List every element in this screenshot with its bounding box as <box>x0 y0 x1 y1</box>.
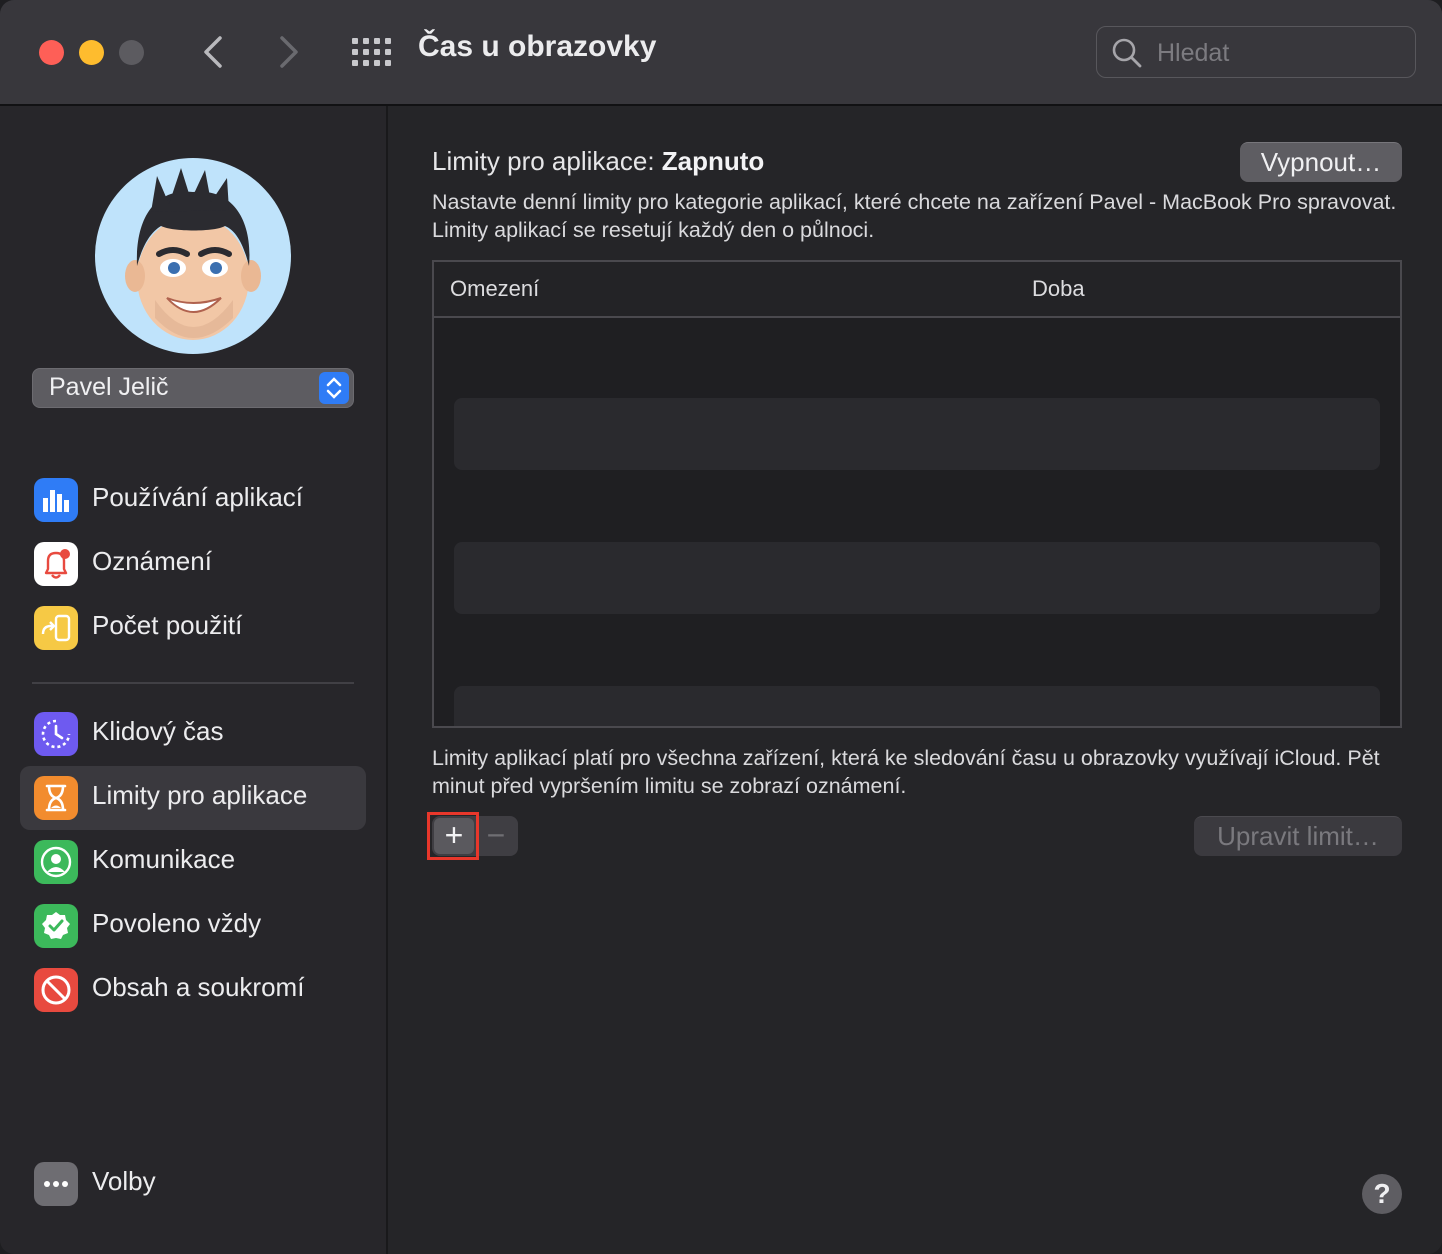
sidebar: Pavel Jelič Používání aplikací Oznámení … <box>0 106 388 1254</box>
sidebar-item-label: Komunikace <box>92 844 236 874</box>
heading-prefix: Limity pro aplikace: <box>432 146 655 176</box>
titlebar: Čas u obrazovky Hledat <box>0 0 1442 106</box>
minimize-window-button[interactable] <box>79 40 104 65</box>
sidebar-item-options[interactable]: Volby <box>20 1152 366 1216</box>
empty-row-placeholder <box>454 686 1380 726</box>
sidebar-item-app-usage[interactable]: Používání aplikací <box>20 468 366 532</box>
table-header: Omezení Doba <box>434 262 1400 318</box>
sidebar-item-label: Obsah a soukromí <box>92 972 305 1002</box>
chevron-left-icon <box>204 36 222 68</box>
description-text: Nastavte denní limity pro kategorie apli… <box>432 190 1397 242</box>
sidebar-item-app-limits[interactable]: Limity pro aplikace <box>20 766 366 830</box>
sidebar-item-label: Klidový čas <box>92 716 224 746</box>
search-icon <box>1112 38 1142 68</box>
page-heading: Limity pro aplikace: Zapnuto <box>432 146 764 177</box>
remove-limit-button[interactable]: − <box>476 818 516 854</box>
search-placeholder: Hledat <box>1157 39 1230 67</box>
limits-table[interactable]: Omezení Doba <box>432 260 1402 728</box>
user-select[interactable]: Pavel Jelič <box>32 368 354 408</box>
sidebar-item-pickups[interactable]: Počet použití <box>20 596 366 660</box>
sidebar-item-content-privacy[interactable]: Obsah a soukromí <box>20 958 366 1022</box>
footer-note: Limity aplikací platí pro všechna zaříze… <box>432 746 1380 798</box>
sidebar-item-notifications[interactable]: Oznámení <box>20 532 366 596</box>
memoji-avatar-icon <box>125 168 261 340</box>
sidebar-item-label: Limity pro aplikace <box>92 780 308 810</box>
back-button[interactable] <box>194 30 234 74</box>
window-title: Čas u obrazovky <box>418 30 657 63</box>
pickup-icon <box>34 606 78 650</box>
hourglass-icon <box>34 776 78 820</box>
bell-icon <box>34 542 78 586</box>
sidebar-item-communication[interactable]: Komunikace <box>20 830 366 894</box>
person-icon <box>34 840 78 884</box>
sidebar-divider <box>32 682 354 684</box>
user-avatar <box>95 158 291 354</box>
bar-chart-icon <box>34 478 78 522</box>
search-field[interactable]: Hledat <box>1096 26 1416 78</box>
highlight-box <box>427 812 479 860</box>
help-button[interactable]: ? <box>1362 1174 1402 1214</box>
sidebar-item-label: Počet použití <box>92 610 243 640</box>
sidebar-item-label: Povoleno vždy <box>92 908 262 938</box>
prohibited-icon <box>34 968 78 1012</box>
user-name: Pavel Jelič <box>49 373 169 401</box>
up-down-chevron-icon <box>319 372 349 404</box>
sidebar-item-downtime[interactable]: Klidový čas <box>20 702 366 766</box>
empty-row-placeholder <box>454 542 1380 614</box>
sidebar-item-label: Oznámení <box>92 546 212 576</box>
edit-limit-button[interactable]: Upravit limit… <box>1194 816 1402 856</box>
chevron-right-icon <box>280 36 298 68</box>
column-header-time[interactable]: Doba <box>1032 276 1085 302</box>
forward-button[interactable] <box>268 30 308 74</box>
sidebar-item-label: Volby <box>92 1166 156 1196</box>
main-panel: Limity pro aplikace: Zapnuto Vypnout… Na… <box>388 106 1442 1254</box>
checkmark-badge-icon <box>34 904 78 948</box>
empty-row-placeholder <box>454 398 1380 470</box>
close-window-button[interactable] <box>39 40 64 65</box>
show-all-grid-icon[interactable] <box>352 38 391 66</box>
sidebar-item-label: Používání aplikací <box>92 482 304 512</box>
zoom-window-button[interactable] <box>119 40 144 65</box>
system-preferences-window: Čas u obrazovky Hledat Pavel Jelič Použí… <box>0 0 1442 1254</box>
downtime-icon <box>34 712 78 756</box>
column-header-limit[interactable]: Omezení <box>450 276 539 302</box>
ellipsis-icon <box>34 1162 78 1206</box>
sidebar-item-always-allowed[interactable]: Povoleno vždy <box>20 894 366 958</box>
heading-state: Zapnuto <box>661 146 765 176</box>
turn-off-button[interactable]: Vypnout… <box>1240 142 1402 182</box>
